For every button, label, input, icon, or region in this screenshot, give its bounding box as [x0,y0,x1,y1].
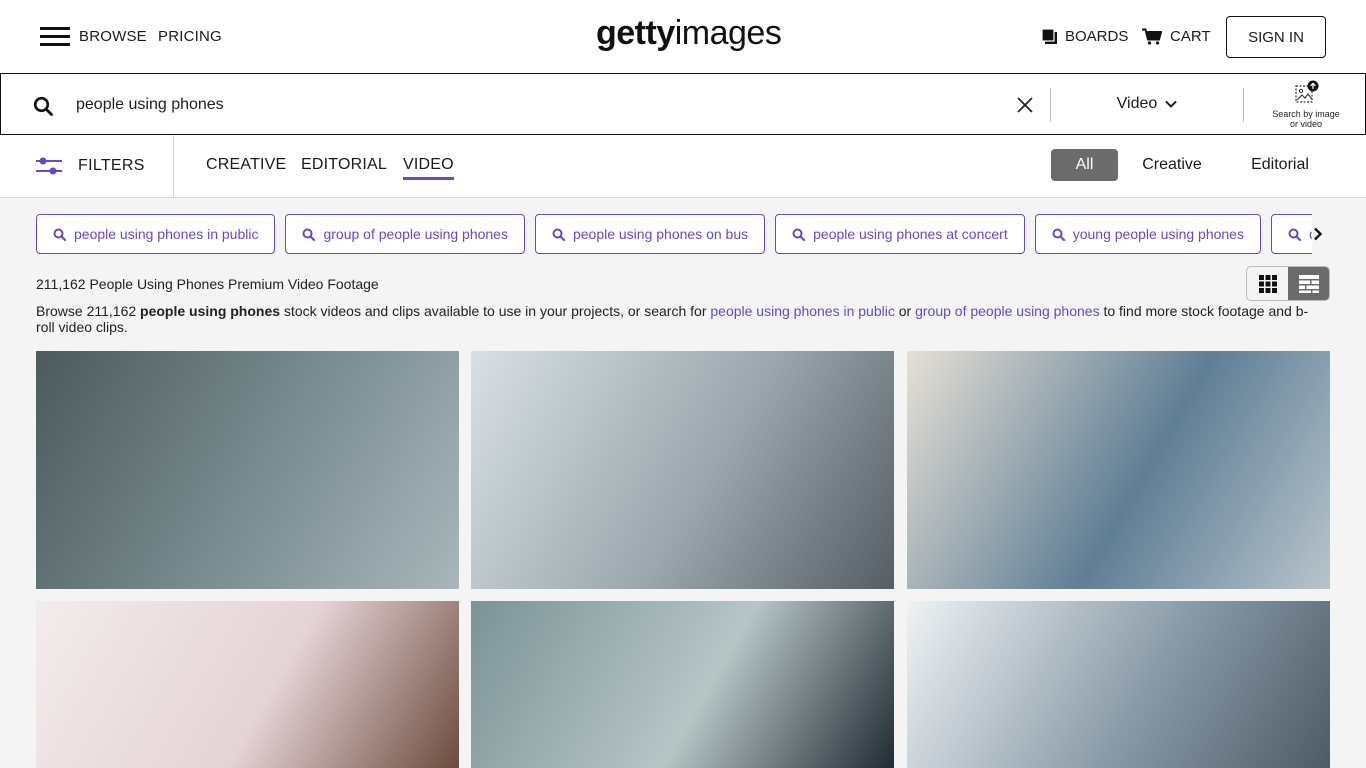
desc-or: or [894,303,916,319]
search-bar: Video Search by image or video [0,74,1366,135]
search-input[interactable] [76,92,976,118]
mosaic-view-button[interactable] [1288,267,1329,300]
filters-label: FILTERS [78,157,145,174]
logo-light: images [674,14,782,52]
video-thumbnail[interactable] [907,601,1330,768]
boards-icon [1042,29,1057,44]
video-thumbnail[interactable] [907,351,1330,589]
sign-in-button[interactable]: SIGN IN [1226,16,1326,58]
view-toggle [1246,266,1330,301]
logo-bold: getty [596,14,675,52]
search-icon [1052,228,1065,241]
browse-link[interactable]: BROWSE [79,28,147,45]
menu-icon[interactable] [40,27,70,47]
mosaic-icon [1298,274,1319,293]
image-upload-icon [1295,80,1319,103]
related-link-2[interactable]: group of people using phones [915,303,1099,319]
chip-label: group of people using phones [323,226,508,242]
cart-label: CART [1170,28,1211,45]
search-icon [792,228,806,241]
video-thumbnail[interactable] [471,351,894,589]
filter-bar: FILTERS CREATIVE EDITORIAL VIDEO All Cre… [0,135,1366,198]
video-thumbnail[interactable] [471,601,894,768]
grid-icon [1258,274,1277,293]
sliders-icon [36,157,62,175]
related-search-chip[interactable]: people using phones at concert [775,214,1025,254]
boards-link[interactable]: BOARDS [1042,28,1128,45]
chip-label: people using phones on bus [572,226,749,242]
getty-images-logo[interactable]: gettyimages [596,14,782,53]
segment-editorial[interactable]: Editorial [1240,149,1320,181]
video-thumbnail[interactable] [36,601,459,768]
search-by-image-label-2: or video [1289,119,1323,129]
media-type-dropdown[interactable]: Video [1051,74,1243,134]
search-icon [53,228,66,241]
search-icon [1288,228,1301,241]
search-by-image-label: Search by image [1272,109,1340,119]
chip-label: people using phones in public [74,226,259,242]
tab-creative[interactable]: CREATIVE [206,156,286,177]
search-icon [302,228,316,241]
chip-label: young people using phones [1072,226,1244,242]
boards-label: BOARDS [1065,28,1129,45]
chevron-right-icon[interactable] [1306,222,1330,246]
search-by-image-button[interactable]: Search by image or video [1263,80,1349,129]
grid-view-button[interactable] [1247,267,1288,300]
search-icon[interactable] [33,96,53,121]
results-description: Browse 211,162 people using phones stock… [36,303,1326,335]
tab-video[interactable]: VIDEO [403,156,454,180]
segment-all[interactable]: All [1051,149,1118,181]
related-search-chip[interactable]: group of people using phones [285,214,525,254]
results-heading: 211,162 People Using Phones Premium Vide… [36,276,379,292]
desc-prefix: Browse 211,162 [36,303,141,319]
pricing-link[interactable]: PRICING [158,28,222,45]
segment-creative[interactable]: Creative [1134,149,1210,181]
top-header: BROWSE PRICING gettyimages BOARDS CART S… [0,0,1366,74]
related-link-1[interactable]: people using phones in public [710,303,894,319]
cart-link[interactable]: CART [1142,28,1211,45]
tab-editorial[interactable]: EDITORIAL [301,156,387,177]
chip-label: people using phones at concert [813,226,1008,242]
media-type-value: Video [1116,95,1158,112]
desc-bold: people using phones [140,303,281,319]
related-search-chip[interactable]: people using phones in public [36,214,276,254]
related-searches: people using phones in public group of pe… [36,214,1312,254]
desc-mid: stock videos and clips available to use … [280,303,711,319]
search-divider-2 [1243,88,1244,122]
related-search-chip[interactable]: young people using phones [1034,214,1261,254]
related-search-chip[interactable]: people using phones on bus [534,214,766,254]
video-thumbnail[interactable] [36,351,459,589]
search-icon [552,228,565,241]
clear-search-icon[interactable] [1014,94,1036,116]
chevron-down-icon [1165,100,1178,108]
filter-divider [173,135,174,197]
cart-icon [1142,28,1162,45]
filters-button[interactable]: FILTERS [36,135,145,197]
